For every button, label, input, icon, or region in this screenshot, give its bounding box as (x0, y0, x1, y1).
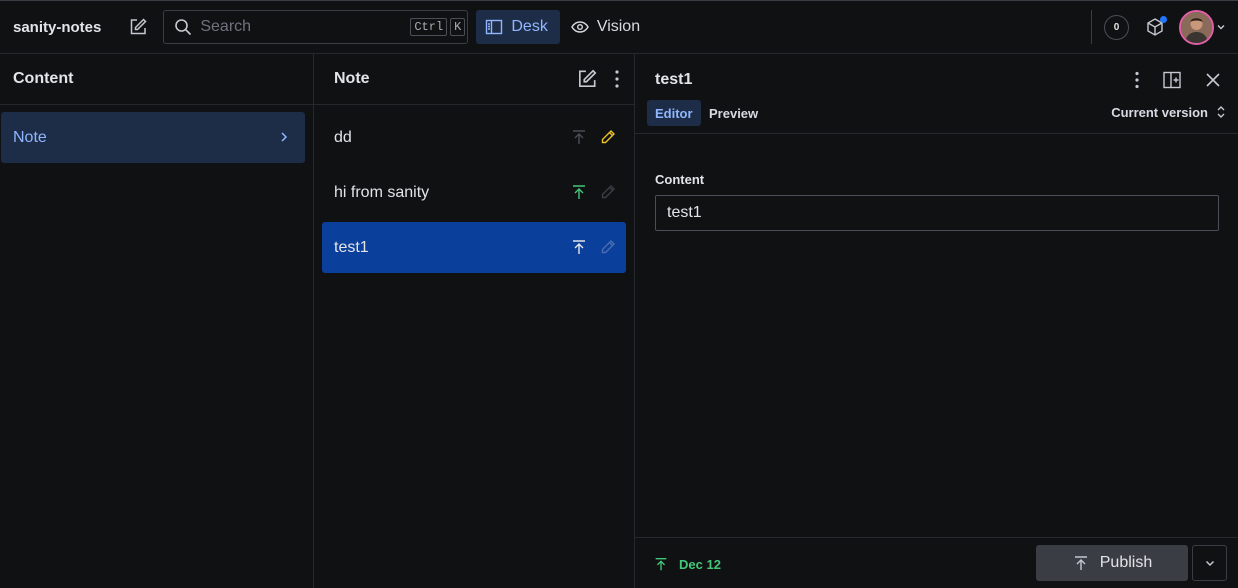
version-label: Current version (1111, 104, 1208, 120)
shortcut-key-k: K (450, 18, 466, 36)
note-pane-header: Note (314, 54, 634, 105)
search-field[interactable]: Ctrl K (163, 10, 469, 44)
publish-button[interactable]: Publish (1036, 545, 1188, 581)
more-vertical-icon[interactable] (614, 68, 620, 90)
published-status-icon (570, 238, 588, 256)
content-field-input[interactable] (655, 195, 1219, 231)
more-vertical-icon[interactable] (1134, 70, 1140, 90)
document-header: test1 Editor Preview Current version (635, 54, 1238, 134)
content-pane-header: Content (0, 54, 313, 105)
document-row[interactable]: dd (322, 112, 626, 163)
document-row[interactable]: hi from sanity (322, 167, 626, 218)
tool-desk[interactable]: Desk (476, 10, 560, 44)
tool-vision-label: Vision (596, 18, 641, 35)
chevron-updown-icon (1216, 104, 1226, 120)
note-pane: Note dd hi from sanity test1 (314, 54, 635, 588)
search-icon (174, 18, 192, 36)
top-navbar: sanity-notes Ctrl K Desk Vision 0 (0, 0, 1238, 54)
update-indicator-dot (1160, 16, 1167, 23)
eye-icon (571, 20, 589, 34)
edit-status-icon (599, 128, 617, 146)
document-row-selected[interactable]: test1 (322, 222, 626, 273)
document-pane: test1 Editor Preview Current version Con… (635, 54, 1238, 588)
content-field-label: Content (655, 172, 705, 187)
content-pane: Content Note (0, 54, 314, 588)
version-selector[interactable]: Current version (1111, 104, 1226, 120)
package-icon[interactable] (1143, 15, 1167, 39)
publish-label: Publish (1099, 554, 1153, 571)
chevron-down-icon (1204, 557, 1216, 569)
content-item-note[interactable]: Note (1, 112, 305, 163)
project-name[interactable]: sanity-notes (13, 19, 101, 36)
publish-status[interactable]: Dec 12 (653, 556, 721, 572)
document-title: test1 (334, 238, 369, 256)
tab-preview[interactable]: Preview (701, 100, 766, 126)
split-pane-icon[interactable] (1162, 70, 1182, 90)
user-menu[interactable] (1179, 9, 1226, 45)
compose-icon[interactable] (576, 68, 598, 90)
document-title-heading: test1 (655, 71, 693, 88)
content-item-label: Note (13, 128, 47, 146)
toolbar-divider (1091, 10, 1092, 44)
tab-editor[interactable]: Editor (647, 100, 701, 126)
published-status-icon (653, 556, 669, 572)
tool-desk-label: Desk (511, 18, 548, 35)
pane-title: Content (13, 70, 74, 87)
edit-status-icon (599, 183, 617, 201)
more-actions-button[interactable] (1192, 545, 1227, 581)
publish-icon (1072, 554, 1090, 572)
document-title: hi from sanity (334, 183, 430, 201)
avatar (1179, 9, 1214, 45)
pane-title: Note (334, 70, 370, 87)
chevron-right-icon (276, 129, 292, 145)
close-icon[interactable] (1204, 70, 1222, 90)
search-input[interactable] (200, 18, 408, 36)
document-title: dd (334, 128, 352, 146)
tool-vision[interactable]: Vision (562, 10, 652, 44)
document-footer: Dec 12 Publish (635, 537, 1238, 588)
chevron-down-icon (1216, 22, 1226, 32)
desk-icon (485, 18, 503, 36)
status-date: Dec 12 (679, 556, 721, 572)
new-document-icon[interactable] (125, 14, 151, 40)
notifications-badge[interactable]: 0 (1104, 14, 1129, 40)
published-status-icon (570, 183, 588, 201)
published-status-icon (570, 128, 588, 146)
edit-status-icon (599, 238, 617, 256)
shortcut-key-ctrl: Ctrl (410, 18, 448, 36)
